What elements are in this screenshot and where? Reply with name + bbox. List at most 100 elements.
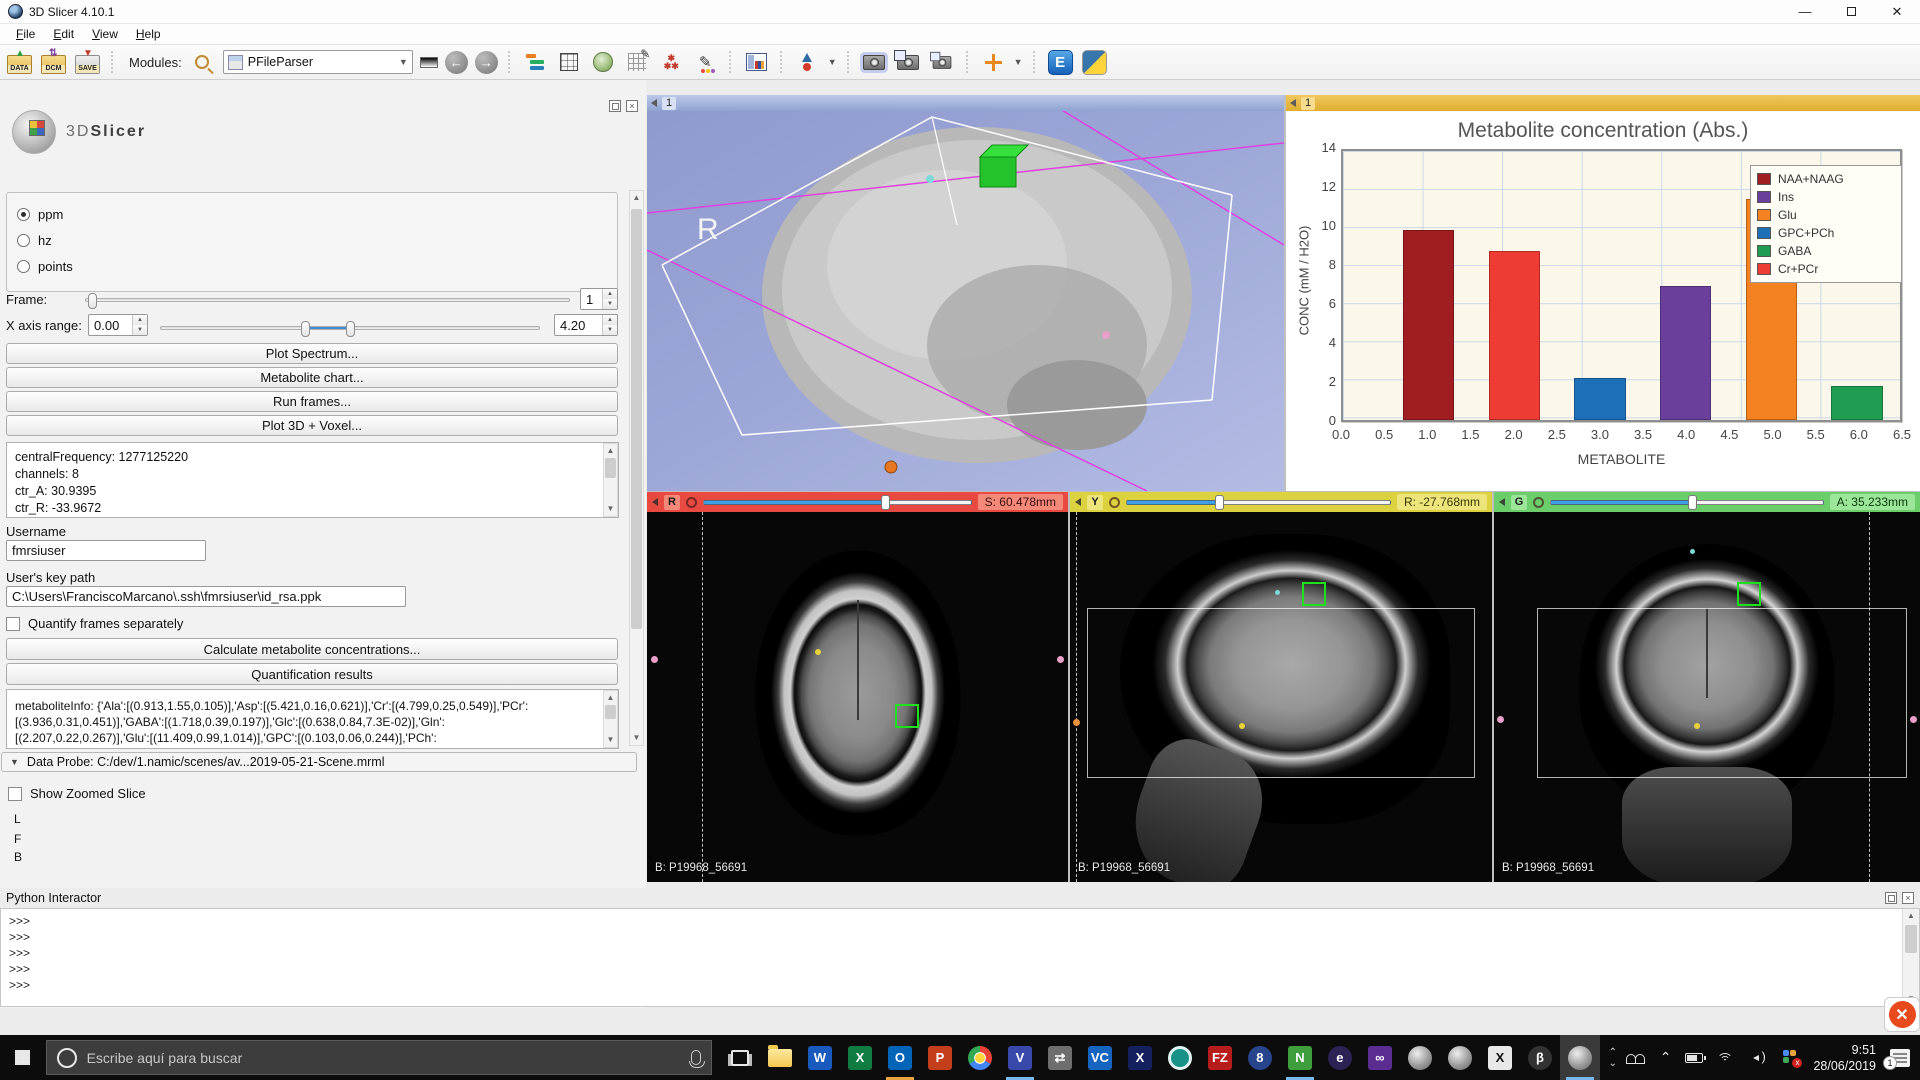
menu-file[interactable]: File [8,25,43,43]
taskbar-app-slicer-b[interactable] [1440,1035,1480,1080]
module-selector-combobox[interactable]: PFileParser ▼ [223,50,413,74]
slice-slider[interactable] [1550,500,1824,505]
view-pin-icon[interactable] [652,498,658,506]
start-button[interactable] [0,1035,46,1080]
username-input[interactable]: fmrsiuser [6,540,206,561]
keypath-input[interactable]: C:\Users\FranciscoMarcano\.ssh\fmrsiuser… [6,586,406,607]
annotations-button[interactable]: ✎ [692,49,719,76]
show-zoomed-checkbox[interactable]: Show Zoomed Slice [8,786,146,801]
wifi-icon[interactable] [1717,1051,1735,1064]
taskbar-app-visio[interactable]: V [1000,1035,1040,1080]
scene-view-button[interactable] [895,49,922,76]
metabolite-chart-button[interactable]: Metabolite chart... [6,367,618,388]
taskbar-app-mplab-x-ide[interactable]: X [1120,1035,1160,1080]
menu-edit[interactable]: Edit [45,25,82,43]
minimize-button[interactable]: — [1782,0,1828,23]
panel-scrollbar[interactable]: ▲▼ [629,190,644,746]
models-button[interactable] [590,49,617,76]
save-button[interactable]: ▼SAVE [74,49,101,76]
slice-image-axial[interactable]: B: P19968_56691 [647,512,1068,882]
view-pin-icon[interactable] [1075,498,1081,506]
quantify-checkbox[interactable]: Quantify frames separately [6,616,183,631]
taskbar-app-jupyter[interactable]: β [1520,1035,1560,1080]
slice-slider-handle[interactable] [1215,495,1224,510]
slice-view-yellow[interactable]: Y R: -27.768mm B: P19968_56691 [1070,492,1492,882]
close-toast-button[interactable]: ✕ [1884,997,1920,1032]
python-undock-icon[interactable] [1885,892,1897,904]
xrange-handle-high[interactable] [346,321,355,337]
panel-close-icon[interactable]: × [626,100,638,112]
transforms-button[interactable] [624,49,651,76]
metabolite-scrollbar[interactable]: ▲▼ [603,690,618,748]
info-scrollbar[interactable]: ▲▼ [603,443,618,517]
taskbar-app-virtualbox[interactable]: X [1480,1035,1520,1080]
view-pin-icon[interactable] [1290,99,1296,107]
module-search-button[interactable] [189,49,216,76]
place-dropdown[interactable]: ▼ [828,57,837,67]
radio-hz[interactable]: hz [17,227,607,253]
radio-ppm[interactable]: ppm [17,201,607,227]
back-button[interactable]: ← [445,51,468,74]
xrange-slider[interactable] [160,326,540,330]
layout-selector-button[interactable] [743,49,770,76]
data-probe-bar[interactable]: ▼ Data Probe: C:/dev/1.namic/scenes/av..… [1,752,637,772]
python-scrollbar[interactable]: ▲ ▼ [1902,909,1919,1006]
maximize-button[interactable] [1828,0,1874,23]
taskbar-app-filezilla[interactable]: FZ [1200,1035,1240,1080]
microphone-icon[interactable] [691,1050,701,1065]
view-pin-icon[interactable] [651,99,657,107]
taskbar-app-visual-studio[interactable]: ∞ [1360,1035,1400,1080]
scene-view-restore-button[interactable] [929,49,956,76]
calculate-concentrations-button[interactable]: Calculate metabolite concentrations... [6,638,618,660]
taskbar-app-excel[interactable]: X [840,1035,880,1080]
menu-view[interactable]: View [84,25,126,43]
chart-view[interactable]: 1 Metabolite concentration (Abs.) CONC (… [1286,95,1920,491]
volume-icon[interactable] [1749,1051,1769,1065]
xrange-handle-low[interactable] [301,321,310,337]
taskbar-app-file-explorer[interactable] [760,1035,800,1080]
subject-hierarchy-button[interactable] [522,49,549,76]
taskbar-app-powerpoint[interactable]: P [920,1035,960,1080]
module-history-button[interactable] [420,57,438,68]
taskbar-app-slicer-a[interactable] [1400,1035,1440,1080]
taskbar-app-vcarve[interactable]: VC [1080,1035,1120,1080]
taskbar-app-eclipse[interactable]: e [1320,1035,1360,1080]
markups-button[interactable]: ✱✱✱ [658,49,685,76]
taskbar-app-outlook[interactable]: O [880,1035,920,1080]
taskbar-app-notepad-plus[interactable]: N [1280,1035,1320,1080]
slice-slider-handle[interactable] [881,495,890,510]
run-frames-button[interactable]: Run frames... [6,391,618,412]
volume-rendering-button[interactable] [556,49,583,76]
taskbar-app-putty-transfer[interactable]: ⇄ [1040,1035,1080,1080]
extensions-manager-button[interactable]: E [1047,49,1074,76]
sync-error-icon[interactable]: x [1783,1050,1799,1066]
slice-view-red[interactable]: R S: 60.478mm B: P19968_56691 [647,492,1068,882]
frame-slider[interactable] [85,298,570,302]
view-pin-icon[interactable] [1499,498,1505,506]
taskbar-clock[interactable]: 9:51 28/06/2019 [1813,1042,1876,1074]
slice-crosshair-icon[interactable] [1533,497,1544,508]
taskbar-app-word[interactable]: W [800,1035,840,1080]
taskbar-app-task-view[interactable] [720,1035,760,1080]
crosshair-dropdown[interactable]: ▼ [1014,57,1023,67]
python-close-icon[interactable]: × [1902,892,1914,904]
screenshot-button[interactable] [861,49,888,76]
python-console-button[interactable] [1081,49,1108,76]
threed-view-header[interactable]: 1 [647,95,1284,111]
metabolite-info-textarea[interactable]: metaboliteInfo: {'Ala':[(0.913,1.55,0.10… [6,689,619,749]
hidden-icons-chevron[interactable]: ⌃ [1660,1049,1672,1066]
taskbar-app-gitkraken[interactable] [1160,1035,1200,1080]
taskbar-search-input[interactable]: Escribe aquí para buscar [46,1040,712,1075]
slice-image-sagittal[interactable]: B: P19968_56691 [1070,512,1492,882]
python-console[interactable]: >>>>>>>>>>>>>>> [0,908,1920,1007]
load-data-button[interactable]: ▲DATA [6,49,33,76]
xrange-max-spinbox[interactable]: 4.20▲▼ [554,314,618,336]
header-info-textarea[interactable]: centralFrequency: 1277125220 channels: 8… [6,442,619,518]
menu-help[interactable]: Help [128,25,169,43]
close-button[interactable]: ✕ [1874,0,1920,23]
slice-slider[interactable] [703,500,972,505]
radio-points[interactable]: points [17,253,607,279]
slice-view-green[interactable]: G A: 35.233mm B: P19968_56691 [1494,492,1920,882]
taskbar-app-slicer-active[interactable] [1560,1035,1600,1080]
load-dicom-button[interactable]: ⇅DCM [40,49,67,76]
